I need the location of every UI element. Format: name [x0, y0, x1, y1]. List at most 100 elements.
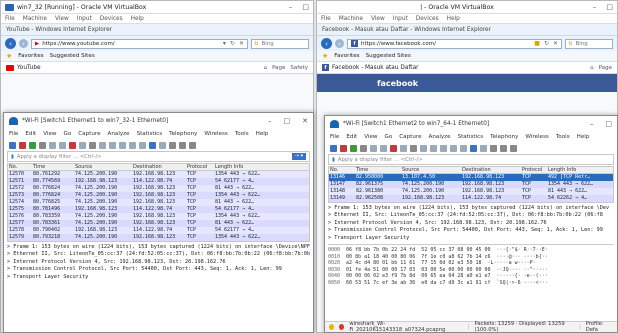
maximize-icon[interactable]: □: [302, 3, 309, 11]
menu-view[interactable]: View: [371, 16, 385, 22]
refresh-icon[interactable]: ↻: [230, 40, 235, 47]
forward-icon[interactable]: ›: [335, 39, 344, 48]
favorites-star-icon[interactable]: ★: [6, 52, 12, 60]
detail-ethernet[interactable]: > Ethernet II, Src: LiteonTe_05:cc:37 (2…: [7, 251, 310, 258]
home-icon[interactable]: ⌂: [264, 65, 268, 71]
start-capture-icon[interactable]: [330, 144, 337, 152]
reload-icon[interactable]: [400, 144, 407, 152]
col-time[interactable]: Time: [32, 164, 74, 170]
col-source[interactable]: Source: [401, 167, 461, 173]
col-no[interactable]: No.: [329, 167, 355, 173]
go-to-packet-icon[interactable]: [440, 144, 447, 152]
menu-help[interactable]: Help: [577, 134, 590, 140]
zoom-normal-icon[interactable]: [510, 144, 517, 152]
close-icon[interactable]: ✕: [302, 117, 308, 125]
search-input[interactable]: b Bing: [251, 38, 309, 49]
menu-edit[interactable]: Edit: [25, 131, 36, 137]
col-length-info[interactable]: Length Info: [547, 167, 605, 173]
table-row[interactable]: 12572 80.776824 74.125.200.190 192.168.98.1…: [8, 185, 309, 192]
menu-view[interactable]: View: [43, 131, 56, 137]
menu-capture[interactable]: Capture: [78, 131, 100, 137]
table-row[interactable]: 12570 80.761292 74.125.200.190 192.168.98.1…: [8, 171, 309, 178]
expert-info-icon[interactable]: [329, 324, 335, 330]
address-url[interactable]: https://www.facebook.com/: [361, 41, 531, 47]
address-bar[interactable]: ▶ https://www.youtube.com/ ▾ ↻ ✕: [31, 38, 248, 49]
options-gear-icon[interactable]: [39, 141, 46, 149]
last-packet-icon[interactable]: [460, 144, 467, 152]
table-row[interactable]: 13146 82.950000 13.107.4.50 192.168.98.123 T…: [329, 174, 613, 181]
menu-wireless[interactable]: Wireless: [204, 131, 227, 137]
zoom-normal-icon[interactable]: [189, 141, 196, 149]
menu-machine[interactable]: Machine: [23, 16, 47, 22]
open-file-icon[interactable]: [49, 141, 56, 149]
maximize-icon[interactable]: □: [606, 3, 613, 11]
safety-menu[interactable]: Safety: [290, 65, 308, 71]
menu-devices[interactable]: Devices: [416, 16, 439, 22]
address-bar[interactable]: f https://www.facebook.com/ ■ ↻ ✕: [347, 38, 562, 49]
first-packet-icon[interactable]: [450, 144, 457, 152]
menu-telephony[interactable]: Telephony: [169, 131, 197, 137]
start-capture-icon[interactable]: [9, 141, 16, 149]
stop-capture-icon[interactable]: [19, 141, 26, 149]
menu-input[interactable]: Input: [77, 16, 92, 22]
detail-tcp[interactable]: > Transmission Control Protocol, Src Por…: [7, 266, 310, 273]
open-file-icon[interactable]: [370, 144, 377, 152]
bytes-row[interactable]: 0010 00 8b a1 18 40 00 80 06 7f 1e c0 a8 …: [328, 254, 614, 261]
zoom-in-icon[interactable]: [490, 144, 497, 152]
suggested-sites-link[interactable]: Suggested Sites: [366, 53, 411, 59]
bytes-row[interactable]: 0030 01 fe 4a 51 00 00 17 03 03 00 5e 00 …: [328, 267, 614, 274]
page-menu[interactable]: Page: [599, 65, 612, 71]
bookmark-icon[interactable]: ▮: [11, 154, 14, 160]
bookmark-icon[interactable]: ▮: [332, 157, 335, 163]
go-back-icon[interactable]: [420, 144, 427, 152]
menu-tools[interactable]: Tools: [556, 134, 570, 140]
zoom-out-icon[interactable]: [500, 144, 507, 152]
save-file-icon[interactable]: [59, 141, 66, 149]
favorites-button[interactable]: Favorites: [334, 53, 359, 59]
menu-devices[interactable]: Devices: [100, 16, 123, 22]
detail-tls[interactable]: > Transport Layer Security: [7, 274, 310, 281]
tab-youtube[interactable]: YouTube: [17, 65, 41, 71]
table-row[interactable]: 13149 82.962508 192.168.98.123 114.122.98.7…: [329, 195, 613, 202]
detail-ipv4[interactable]: > Internet Protocol Version 4, Src: 192.…: [7, 259, 310, 266]
menu-analyze[interactable]: Analyze: [108, 131, 130, 137]
reload-icon[interactable]: [79, 141, 86, 149]
menu-tools[interactable]: Tools: [235, 131, 249, 137]
bytes-row[interactable]: 0050 60 53 51 7c ef 3e ab 36 e0 da c7 d9 …: [328, 280, 614, 287]
table-row[interactable]: 12571 80.774569 192.168.98.123 114.122.98.7…: [8, 178, 309, 185]
col-source[interactable]: Source: [74, 164, 132, 170]
detail-tcp[interactable]: > Transmission Control Protocol, Src Por…: [328, 227, 614, 234]
close-file-icon[interactable]: [390, 144, 397, 152]
first-packet-icon[interactable]: [129, 141, 136, 149]
table-row[interactable]: 12574 80.776825 74.125.200.190 192.168.98.1…: [8, 199, 309, 206]
back-icon[interactable]: ‹: [321, 38, 332, 49]
display-filter-input[interactable]: ▮ Apply a display filter ... <Ctrl-/>: [328, 154, 614, 165]
table-row[interactable]: 13147 82.961375 74.125.200.190 192.168.98.1…: [329, 181, 613, 188]
lock-icon[interactable]: ■: [534, 40, 540, 47]
table-row[interactable]: 12576 80.783359 74.125.200.190 192.168.98.1…: [8, 213, 309, 220]
go-back-icon[interactable]: [99, 141, 106, 149]
menu-wireless[interactable]: Wireless: [525, 134, 548, 140]
display-filter-input[interactable]: ▮ Apply a display filter ... <Ctrl-/> → …: [7, 151, 310, 162]
detail-ethernet[interactable]: > Ethernet II, Src: LiteonTe_05:cc:37 (2…: [328, 212, 614, 219]
menu-file[interactable]: File: [330, 134, 339, 140]
menu-help[interactable]: Help: [447, 16, 460, 22]
bytes-row[interactable]: 0000 06 f8 bb 7b 0b 22 24 fd 52 05 cc 37 …: [328, 247, 614, 254]
status-profile[interactable]: Profile: Defa: [586, 321, 613, 332]
restart-capture-icon[interactable]: [350, 144, 357, 152]
zoom-in-icon[interactable]: [169, 141, 176, 149]
back-icon[interactable]: ‹: [5, 38, 16, 49]
menu-file[interactable]: File: [9, 131, 18, 137]
favorites-star-icon[interactable]: ★: [322, 52, 328, 60]
table-row[interactable]: 13148 82.961380 74.125.200.190 192.168.98.1…: [329, 188, 613, 195]
detail-frame[interactable]: > Frame 1: 153 bytes on wire (1224 bits)…: [328, 205, 614, 212]
stop-icon[interactable]: ✕: [239, 40, 244, 47]
col-no[interactable]: No.: [8, 164, 32, 170]
autoscroll-icon[interactable]: [149, 141, 156, 149]
zoom-out-icon[interactable]: [179, 141, 186, 149]
save-file-icon[interactable]: [380, 144, 387, 152]
table-row[interactable]: 12577 80.783361 74.125.200.190 192.168.98.1…: [8, 220, 309, 227]
facebook-logo[interactable]: facebook: [377, 79, 418, 88]
menu-capture[interactable]: Capture: [399, 134, 421, 140]
find-packet-icon[interactable]: [89, 141, 96, 149]
